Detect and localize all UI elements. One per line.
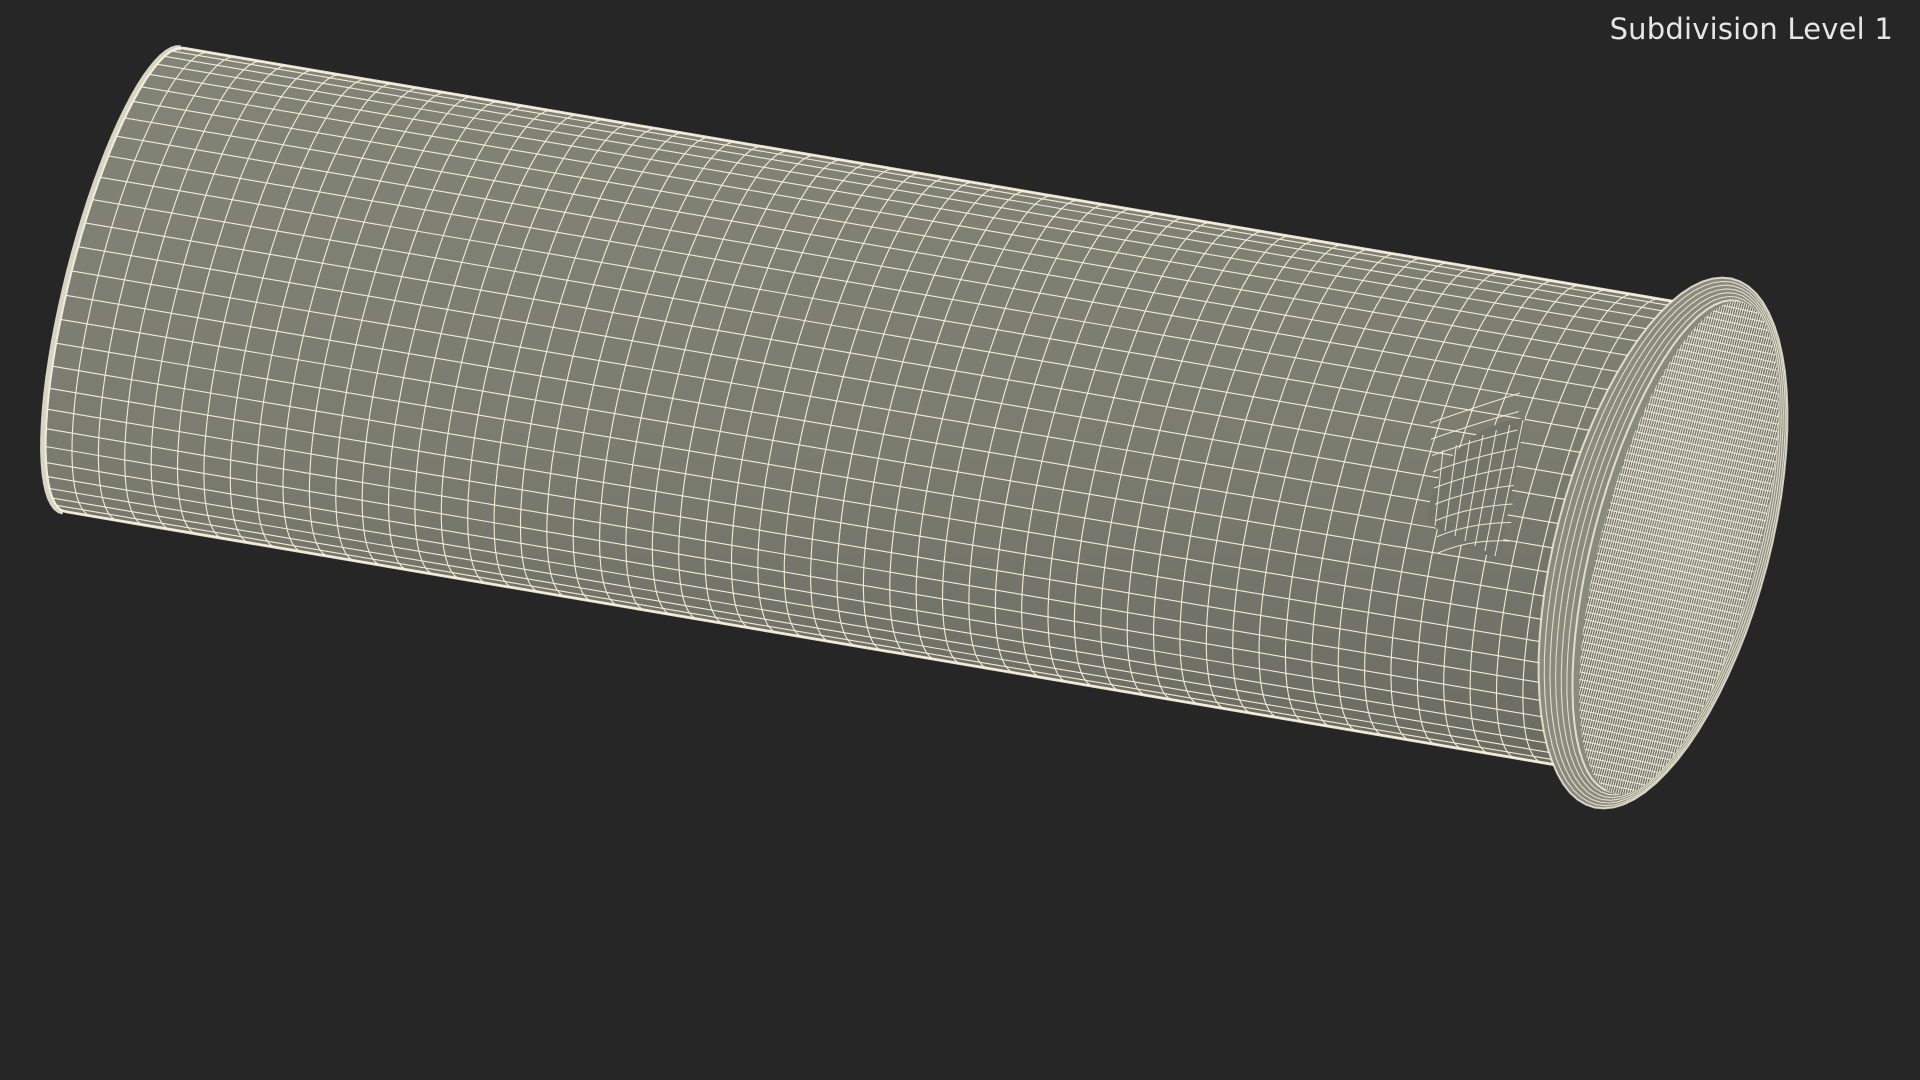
render-viewport: Subdivision Level 1: [0, 0, 1920, 1080]
subdivision-level-label: Subdivision Level 1: [1609, 12, 1893, 46]
cylinder-body: [44, 46, 1736, 774]
wireframe-cylinder-render: [40, 45, 1789, 810]
